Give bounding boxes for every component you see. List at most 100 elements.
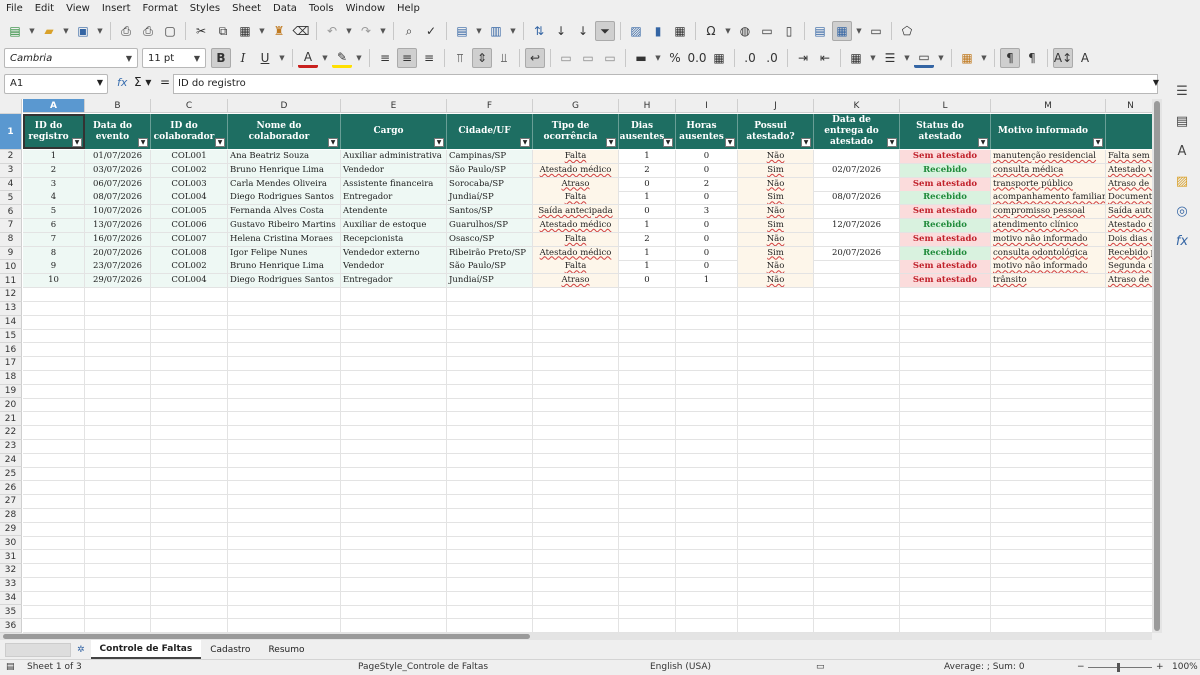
menu-item-file[interactable]: File	[6, 3, 23, 14]
empty-cell[interactable]	[23, 398, 85, 413]
empty-cell[interactable]	[228, 564, 341, 578]
table-cell[interactable]: acompanhamento familiar	[991, 191, 1106, 206]
print-icon[interactable]: ⎙	[138, 21, 158, 41]
empty-cell[interactable]	[228, 577, 341, 592]
new-document-icon[interactable]: ▤	[5, 21, 25, 41]
table-cell[interactable]: 3	[23, 177, 85, 192]
font-color-dropdown-icon[interactable]: ▼	[320, 48, 330, 68]
table-cell[interactable]: Saída autori	[1106, 205, 1152, 220]
empty-cell[interactable]	[738, 619, 814, 633]
empty-cell[interactable]	[1106, 481, 1152, 496]
autofilter-icon[interactable]: ⏷	[595, 21, 615, 41]
empty-cell[interactable]	[619, 412, 676, 427]
empty-cell[interactable]	[85, 605, 151, 620]
empty-cell[interactable]	[991, 550, 1106, 565]
table-cell[interactable]: Recebido	[900, 219, 991, 233]
empty-cell[interactable]	[1106, 523, 1152, 537]
empty-cell[interactable]	[85, 398, 151, 413]
empty-cell[interactable]	[341, 343, 447, 358]
empty-cell[interactable]	[814, 384, 900, 399]
menu-item-window[interactable]: Window	[346, 3, 385, 14]
empty-cell[interactable]	[151, 426, 228, 440]
empty-cell[interactable]	[676, 370, 738, 385]
table-cell[interactable]: Não	[738, 205, 814, 220]
merge-cells-icon[interactable]: ▭	[578, 48, 598, 68]
date-format-icon[interactable]: ▦	[709, 48, 729, 68]
insert-chart-icon[interactable]: ▮	[648, 21, 668, 41]
empty-cell[interactable]	[228, 301, 341, 316]
empty-cell[interactable]	[814, 370, 900, 385]
empty-cell[interactable]	[151, 439, 228, 454]
empty-cell[interactable]	[814, 564, 900, 578]
table-cell[interactable]: Sim	[738, 191, 814, 206]
empty-cell[interactable]	[228, 426, 341, 440]
table-cell[interactable]: 0	[619, 177, 676, 192]
tab-navigation-buttons[interactable]	[5, 642, 71, 657]
empty-cell[interactable]	[991, 481, 1106, 496]
empty-cell[interactable]	[447, 467, 533, 482]
table-cell[interactable]: consulta odontológica	[991, 246, 1106, 261]
empty-cell[interactable]	[341, 439, 447, 454]
empty-cell[interactable]	[1106, 454, 1152, 468]
empty-cell[interactable]	[814, 288, 900, 302]
empty-cell[interactable]	[341, 315, 447, 330]
empty-cell[interactable]	[533, 384, 619, 399]
row-header[interactable]: 34	[0, 591, 22, 606]
align-top-icon[interactable]: ⫪	[450, 48, 470, 68]
vertical-scroll-thumb[interactable]	[1154, 101, 1160, 631]
autofilter-button-icon[interactable]: ▼	[1093, 138, 1103, 147]
empty-cell[interactable]	[991, 384, 1106, 399]
table-cell[interactable]: manutenção residencial	[991, 150, 1106, 164]
empty-cell[interactable]	[991, 605, 1106, 620]
empty-cell[interactable]	[533, 288, 619, 302]
table-cell[interactable]: 2	[23, 163, 85, 178]
column-header-d[interactable]: D	[228, 99, 341, 113]
empty-cell[interactable]	[814, 357, 900, 371]
decrease-indent-icon[interactable]: ⇤	[815, 48, 835, 68]
empty-cell[interactable]	[619, 591, 676, 606]
table-cell[interactable]: Assistente financeira	[341, 177, 447, 192]
empty-cell[interactable]	[533, 550, 619, 565]
empty-cell[interactable]	[1106, 578, 1152, 592]
empty-cell[interactable]	[676, 536, 738, 551]
name-box[interactable]: A1 ▼	[4, 74, 108, 94]
empty-cell[interactable]	[676, 288, 738, 302]
table-cell[interactable]: Atendente	[341, 205, 447, 220]
table-cell[interactable]: 1	[619, 219, 676, 233]
empty-cell[interactable]	[738, 357, 814, 371]
empty-cell[interactable]	[738, 508, 814, 523]
borders-icon[interactable]: ▦	[846, 48, 866, 68]
save-icon[interactable]: ▣	[73, 21, 93, 41]
table-cell[interactable]: motivo não informado	[991, 260, 1106, 275]
empty-cell[interactable]	[447, 564, 533, 578]
empty-cell[interactable]	[1106, 371, 1152, 385]
table-cell[interactable]: Dois dias co	[1106, 232, 1152, 247]
empty-cell[interactable]	[738, 467, 814, 482]
empty-cell[interactable]	[1106, 467, 1152, 482]
table-cell[interactable]: Não	[738, 260, 814, 275]
empty-cell[interactable]	[619, 550, 676, 565]
empty-cell[interactable]	[447, 453, 533, 468]
empty-cell[interactable]	[151, 343, 228, 358]
highlight-color-icon[interactable]: ✎	[332, 48, 352, 68]
empty-cell[interactable]	[676, 315, 738, 330]
empty-cell[interactable]	[447, 357, 533, 371]
header-cell[interactable]: Data de entrega do atestado ▼	[814, 114, 900, 149]
header-cell[interactable]: Horas ausentes ▼	[676, 114, 738, 149]
row-header[interactable]: 30	[0, 536, 22, 551]
empty-cell[interactable]	[447, 384, 533, 399]
empty-cell[interactable]	[900, 343, 991, 358]
table-cell[interactable]	[814, 274, 900, 289]
autofilter-button-icon[interactable]: ▼	[978, 138, 988, 147]
empty-cell[interactable]	[991, 577, 1106, 592]
empty-cell[interactable]	[228, 384, 341, 399]
table-cell[interactable]: Sem atestado	[900, 150, 991, 164]
row-header[interactable]: 19	[0, 384, 22, 399]
empty-cell[interactable]	[1106, 426, 1152, 440]
empty-cell[interactable]	[341, 301, 447, 316]
empty-cell[interactable]	[447, 288, 533, 302]
table-cell[interactable]: 08/07/2026	[85, 191, 151, 206]
empty-cell[interactable]	[85, 384, 151, 399]
empty-cell[interactable]	[85, 467, 151, 482]
empty-cell[interactable]	[151, 481, 228, 496]
